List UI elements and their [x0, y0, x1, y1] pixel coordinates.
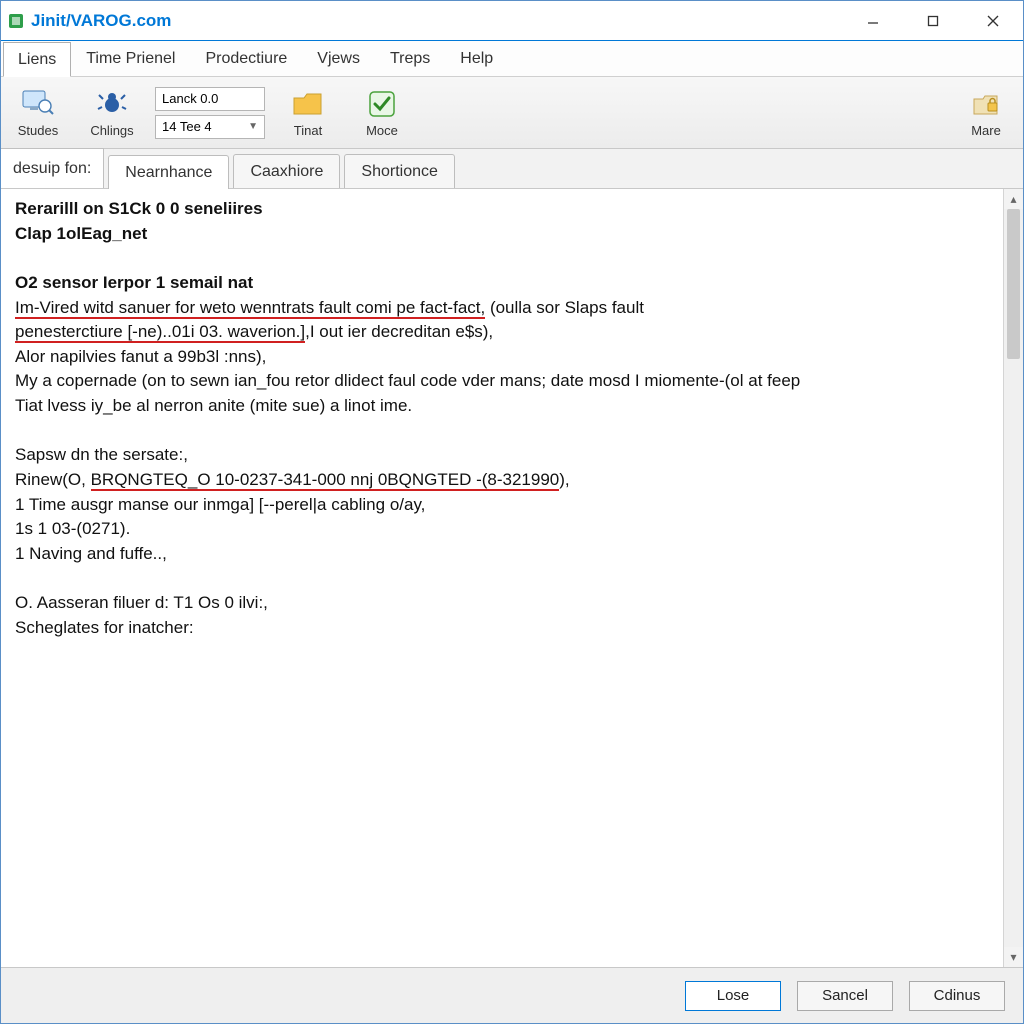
cdinus-button[interactable]: Cdinus: [909, 981, 1005, 1011]
menu-liens[interactable]: Liens: [3, 42, 71, 77]
tool-label: Chlings: [90, 123, 133, 138]
toolbar: Studes Chlings Lanck 0.0 14 Tee 4 ▼ Tinat…: [1, 77, 1023, 149]
menu-time-prienel[interactable]: Time Prienel: [71, 41, 190, 76]
scroll-up-icon[interactable]: ▴: [1004, 189, 1023, 209]
toolbar-combos: Lanck 0.0 14 Tee 4 ▼: [155, 87, 265, 139]
window-title: Jinit/VAROG.com: [31, 11, 171, 31]
line: ,I out ier decreditan e$s),: [305, 322, 493, 341]
lock-folder-icon: [969, 87, 1003, 121]
app-icon: [1, 12, 31, 30]
tool-label: Mare: [971, 123, 1001, 138]
tool-label: Studes: [18, 123, 58, 138]
line: O. Aasseran filuer d: T1 Os 0 ilvi:,: [15, 593, 268, 612]
tool-label: Moce: [366, 123, 398, 138]
line: Rerarilll on S1Ck 0 0 seneliires: [15, 199, 263, 218]
scroll-thumb[interactable]: [1007, 209, 1020, 359]
tab-nearnhance[interactable]: Nearnhance: [108, 155, 229, 189]
line: Alor napilvies fanut a 99b3l :nns),: [15, 347, 266, 366]
line: Rinew(O,: [15, 470, 91, 489]
line: (oulla sor Slaps fault: [485, 298, 644, 317]
line: O2 sensor Ierpor 1 semail nat: [15, 273, 253, 292]
tabbar: desuip fon: Nearnhance Caaxhiore Shortio…: [1, 149, 1023, 189]
tab-side-label: desuip fon:: [1, 148, 104, 188]
line: Tiat lvess iy_be al nerron anite (mite s…: [15, 396, 412, 415]
tab-shortionce[interactable]: Shortionce: [344, 154, 455, 188]
menubar: Liens Time Prienel Prodectiure Vjews Tre…: [1, 41, 1023, 77]
checkbox-icon: [365, 87, 399, 121]
minimize-button[interactable]: [843, 1, 903, 41]
underlined-text: penesterctiure [-ne)..01i 03. waverion.]: [15, 322, 305, 343]
combo-value: 14 Tee 4: [162, 119, 212, 134]
tool-tinat[interactable]: Tinat: [277, 87, 339, 138]
line: Sapsw dn the sersate:,: [15, 445, 188, 464]
app-window: Jinit/VAROG.com Liens Time Prienel Prode…: [0, 0, 1024, 1024]
line: 1 Time ausgr manse our inmga] [--perel|a…: [15, 495, 425, 514]
chevron-down-icon: ▼: [248, 121, 258, 132]
line: Clap 1olEag_net: [15, 224, 147, 243]
lose-button[interactable]: Lose: [685, 981, 781, 1011]
tool-chings[interactable]: Chlings: [81, 87, 143, 138]
menu-prodectiure[interactable]: Prodectiure: [190, 41, 302, 76]
menu-treps[interactable]: Treps: [375, 41, 445, 76]
maximize-button[interactable]: [903, 1, 963, 41]
menu-help[interactable]: Help: [445, 41, 508, 76]
combo-tee[interactable]: 14 Tee 4 ▼: [155, 115, 265, 139]
line: Scheglates for inatcher:: [15, 618, 194, 637]
bug-icon: [95, 87, 129, 121]
monitor-search-icon: [21, 87, 55, 121]
line: 1 Naving and fuffe..,: [15, 544, 167, 563]
line: My a copernade (on to sewn ian_fou retor…: [15, 371, 800, 390]
combo-lanck[interactable]: Lanck 0.0: [155, 87, 265, 111]
menu-views[interactable]: Vjews: [302, 41, 375, 76]
line: ),: [559, 470, 569, 489]
text-content[interactable]: Rerarilll on S1Ck 0 0 seneliires Clap 1o…: [1, 189, 1003, 967]
tool-label: Tinat: [294, 123, 322, 138]
close-button[interactable]: [963, 1, 1023, 41]
tool-studes[interactable]: Studes: [7, 87, 69, 138]
sancel-button[interactable]: Sancel: [797, 981, 893, 1011]
tab-caaxhiore[interactable]: Caaxhiore: [233, 154, 340, 188]
scroll-down-icon[interactable]: ▾: [1004, 947, 1023, 967]
tool-mare[interactable]: Mare: [955, 87, 1017, 138]
folder-icon: [291, 87, 325, 121]
underlined-text: BRQNGTEQ_O 10-0237-341-000 nnj 0BQNGTED …: [91, 470, 560, 491]
vertical-scrollbar[interactable]: ▴ ▾: [1003, 189, 1023, 967]
tool-moce[interactable]: Moce: [351, 87, 413, 138]
dialog-footer: Lose Sancel Cdinus: [1, 967, 1023, 1023]
underlined-text: Im-Vired witd sanuer for weto wenntrats …: [15, 298, 485, 319]
titlebar: Jinit/VAROG.com: [1, 1, 1023, 41]
content-area: Rerarilll on S1Ck 0 0 seneliires Clap 1o…: [1, 189, 1023, 967]
line: 1s 1 03-(0271).: [15, 519, 130, 538]
combo-value: Lanck 0.0: [162, 91, 218, 106]
